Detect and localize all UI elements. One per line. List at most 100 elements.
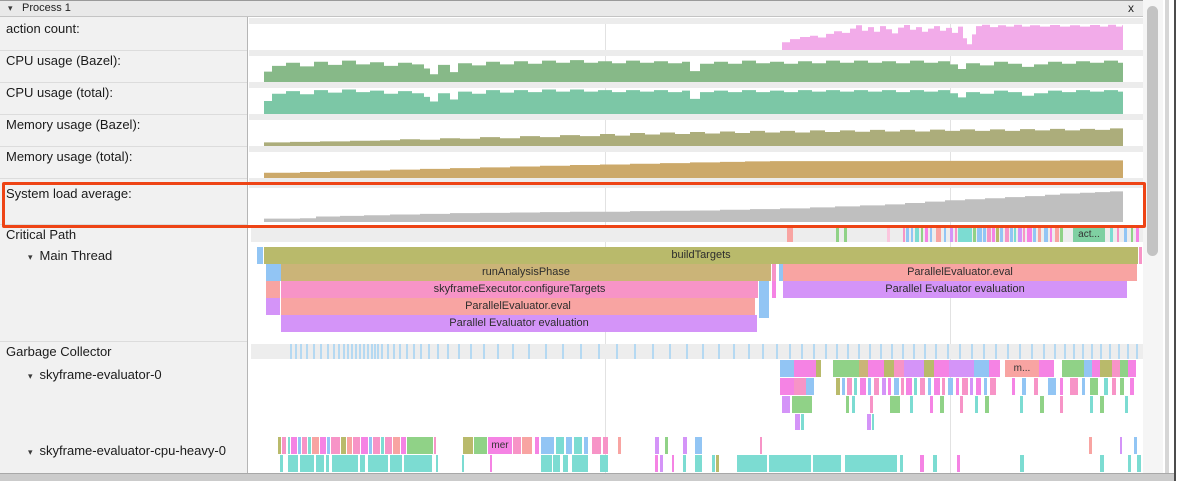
- slice[interactable]: [562, 344, 564, 359]
- slice[interactable]: [852, 396, 855, 413]
- slice[interactable]: [891, 344, 893, 359]
- slice[interactable]: [847, 344, 849, 359]
- slice[interactable]: [381, 344, 383, 359]
- flame-bar-runanalysisphase[interactable]: runAnalysisPhase: [281, 264, 771, 281]
- slice[interactable]: [291, 437, 297, 454]
- slice[interactable]: [924, 344, 926, 359]
- flame-bar-slice[interactable]: [1139, 247, 1142, 264]
- slice[interactable]: [338, 344, 340, 359]
- slice[interactable]: [393, 437, 400, 454]
- slice[interactable]: [1130, 378, 1134, 395]
- slice[interactable]: [960, 396, 963, 413]
- slice[interactable]: [463, 437, 473, 454]
- slice[interactable]: [1043, 344, 1045, 359]
- slice[interactable]: [474, 437, 487, 454]
- slice[interactable]: [683, 455, 686, 472]
- slice[interactable]: [332, 455, 358, 472]
- slice[interactable]: [528, 344, 530, 359]
- slice[interactable]: [1073, 344, 1075, 359]
- slice[interactable]: [363, 344, 365, 359]
- slice[interactable]: [1118, 344, 1120, 359]
- slice[interactable]: [580, 344, 582, 359]
- slice[interactable]: [385, 437, 392, 454]
- slice[interactable]: [437, 344, 439, 359]
- slice[interactable]: [695, 437, 702, 454]
- slice[interactable]: [470, 344, 472, 359]
- slice[interactable]: [1020, 455, 1024, 472]
- slice[interactable]: [1082, 378, 1085, 395]
- slice[interactable]: [497, 344, 499, 359]
- flame-bar-parallelevaluator-eval[interactable]: ParallelEvaluator.eval: [783, 264, 1137, 281]
- slice[interactable]: [1124, 227, 1127, 242]
- slice[interactable]: [683, 437, 687, 454]
- slice[interactable]: [928, 378, 931, 395]
- slice[interactable]: [320, 437, 326, 454]
- slice[interactable]: [874, 378, 879, 395]
- slice[interactable]: [312, 437, 319, 454]
- slice[interactable]: [987, 227, 991, 242]
- slice[interactable]: [1112, 360, 1120, 377]
- slice[interactable]: [1027, 227, 1032, 242]
- slice[interactable]: [934, 378, 940, 395]
- slice[interactable]: [513, 437, 521, 454]
- slice[interactable]: [368, 455, 388, 472]
- slice[interactable]: [535, 437, 539, 454]
- slice[interactable]: [762, 344, 764, 359]
- slice[interactable]: [776, 344, 778, 359]
- slice[interactable]: [836, 344, 838, 359]
- slice[interactable]: [428, 344, 430, 359]
- slice[interactable]: [669, 344, 671, 359]
- slice[interactable]: [854, 378, 857, 395]
- slice[interactable]: [1104, 378, 1108, 395]
- slice[interactable]: [282, 437, 286, 454]
- slice[interactable]: [888, 378, 891, 395]
- slice[interactable]: [894, 378, 899, 395]
- counter-chart-5[interactable]: [251, 188, 1143, 222]
- slice[interactable]: [652, 344, 654, 359]
- slice[interactable]: [1090, 378, 1098, 395]
- slice[interactable]: [869, 344, 871, 359]
- slice[interactable]: [1000, 227, 1003, 242]
- process-header[interactable]: ▾ Process 1 x: [0, 0, 1143, 17]
- slice[interactable]: [1060, 378, 1063, 395]
- slice[interactable]: [1117, 227, 1119, 242]
- slice[interactable]: [1039, 360, 1054, 377]
- slice[interactable]: [844, 227, 847, 242]
- slice[interactable]: [801, 344, 803, 359]
- slice[interactable]: [1012, 378, 1015, 395]
- slice[interactable]: [1089, 437, 1092, 454]
- slice[interactable]: [306, 344, 308, 359]
- slice[interactable]: [541, 437, 554, 454]
- slice[interactable]: [288, 437, 290, 454]
- slice[interactable]: [695, 455, 702, 472]
- slice[interactable]: [748, 344, 750, 359]
- slice[interactable]: [977, 227, 982, 242]
- slice[interactable]: [782, 396, 790, 413]
- slice[interactable]: [825, 344, 827, 359]
- slice[interactable]: [792, 396, 812, 413]
- flame-bar-slice[interactable]: [266, 281, 280, 298]
- slice[interactable]: [1020, 396, 1023, 413]
- slice[interactable]: [884, 360, 894, 377]
- slice[interactable]: [655, 437, 659, 454]
- slice[interactable]: [847, 378, 852, 395]
- slice[interactable]: [925, 227, 928, 242]
- slice[interactable]: [343, 344, 345, 359]
- slice[interactable]: [958, 227, 972, 242]
- slice[interactable]: [924, 360, 934, 377]
- slice[interactable]: [1033, 227, 1036, 242]
- slice[interactable]: [1031, 344, 1033, 359]
- slice[interactable]: [1100, 455, 1104, 472]
- slice[interactable]: [326, 455, 329, 472]
- slice[interactable]: [836, 378, 840, 395]
- labeled-slice[interactable]: m...: [1005, 360, 1039, 377]
- slice[interactable]: [859, 360, 868, 377]
- slice[interactable]: [1010, 227, 1013, 242]
- slice[interactable]: [947, 344, 949, 359]
- counter-chart-1[interactable]: [251, 56, 1143, 82]
- slice[interactable]: [1134, 437, 1137, 454]
- labeled-slice[interactable]: mer: [488, 437, 512, 454]
- slice[interactable]: [906, 227, 909, 242]
- slice[interactable]: [989, 360, 1000, 377]
- slice[interactable]: [572, 455, 588, 472]
